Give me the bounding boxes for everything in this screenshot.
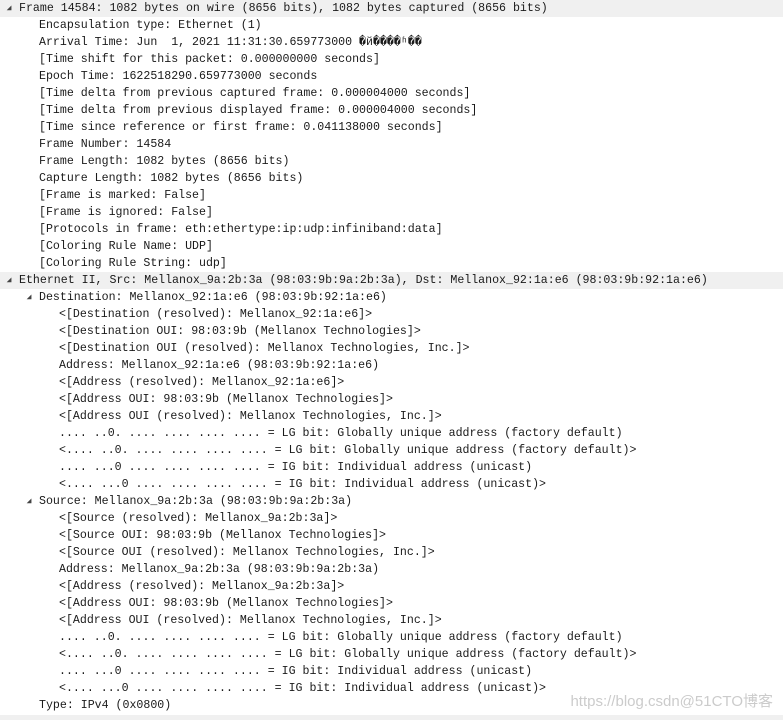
tree-row-label: Source: Mellanox_9a:2b:3a (98:03:9b:9a:2…: [39, 495, 353, 508]
tree-row[interactable]: .... ...0 .... .... .... .... = IG bit: …: [0, 459, 783, 476]
tree-row-label: <[Source OUI (resolved): Mellanox Techno…: [59, 546, 435, 559]
tree-row-label: [Protocols in frame: eth:ethertype:ip:ud…: [39, 223, 443, 236]
tree-row[interactable]: Encapsulation type: Ethernet (1): [0, 17, 783, 34]
tree-row-label: Frame Number: 14584: [39, 138, 172, 151]
tree-row-label: [Coloring Rule Name: UDP]: [39, 240, 213, 253]
tree-row[interactable]: [Time delta from previous displayed fram…: [0, 102, 783, 119]
tree-row[interactable]: <[Destination OUI: 98:03:9b (Mellanox Te…: [0, 323, 783, 340]
tree-row-label: <[Address OUI: 98:03:9b (Mellanox Techno…: [59, 393, 393, 406]
tree-row[interactable]: [Time since reference or first frame: 0.…: [0, 119, 783, 136]
tree-row-label: [Time since reference or first frame: 0.…: [39, 121, 443, 134]
tree-row[interactable]: .... ..0. .... .... .... .... = LG bit: …: [0, 425, 783, 442]
watermark: https://blog.csdn@51CTO博客: [570, 693, 773, 710]
tree-row-label: .... ...0 .... .... .... .... = IG bit: …: [59, 461, 533, 474]
tree-row[interactable]: <[Address OUI: 98:03:9b (Mellanox Techno…: [0, 595, 783, 612]
tree-row[interactable]: .... ..0. .... .... .... .... = LG bit: …: [0, 629, 783, 646]
tree-row-label: <.... ...0 .... .... .... .... = IG bit:…: [59, 682, 547, 695]
tree-row-label: Epoch Time: 1622518290.659773000 seconds: [39, 70, 318, 83]
tree-row-label: Arrival Time: Jun 1, 2021 11:31:30.65977…: [39, 36, 422, 49]
tree-row[interactable]: [Frame is ignored: False]: [0, 204, 783, 221]
tree-row-label: <[Destination OUI (resolved): Mellanox T…: [59, 342, 470, 355]
tree-row-label: <[Address OUI (resolved): Mellanox Techn…: [59, 410, 442, 423]
tree-row[interactable]: <.... ..0. .... .... .... .... = LG bit:…: [0, 442, 783, 459]
tree-row-label: Encapsulation type: Ethernet (1): [39, 19, 262, 32]
tree-row-label: <.... ...0 .... .... .... .... = IG bit:…: [59, 478, 547, 491]
tree-row-label: .... ...0 .... .... .... .... = IG bit: …: [59, 665, 533, 678]
tree-row-label: <[Destination OUI: 98:03:9b (Mellanox Te…: [59, 325, 421, 338]
tree-row-label: Type: IPv4 (0x0800): [39, 699, 172, 712]
expand-arrow-icon[interactable]: ◢: [24, 289, 34, 306]
tree-row[interactable]: <[Source OUI: 98:03:9b (Mellanox Technol…: [0, 527, 783, 544]
packet-details-tree[interactable]: ◢ Frame 14584: 1082 bytes on wire (8656 b…: [0, 0, 783, 714]
tree-row[interactable]: [Frame is marked: False]: [0, 187, 783, 204]
tree-row[interactable]: Epoch Time: 1622518290.659773000 seconds: [0, 68, 783, 85]
tree-row[interactable]: Frame Number: 14584: [0, 136, 783, 153]
tree-row[interactable]: ◢ Ethernet II, Src: Mellanox_9a:2b:3a (98…: [0, 272, 783, 289]
tree-row-label: Frame 14584: 1082 bytes on wire (8656 bi…: [19, 2, 548, 15]
tree-row[interactable]: <[Destination (resolved): Mellanox_92:1a…: [0, 306, 783, 323]
tree-row[interactable]: [Coloring Rule String: udp]: [0, 255, 783, 272]
tree-row-label: <[Address (resolved): Mellanox_9a:2b:3a]…: [59, 580, 345, 593]
packet-bytes-pane-edge: [0, 715, 783, 720]
tree-row-label: [Time delta from previous captured frame…: [39, 87, 471, 100]
tree-row-label: Address: Mellanox_9a:2b:3a (98:03:9b:9a:…: [59, 563, 380, 576]
expand-arrow-icon[interactable]: ◢: [4, 0, 14, 17]
tree-row[interactable]: [Coloring Rule Name: UDP]: [0, 238, 783, 255]
tree-row-label: <.... ..0. .... .... .... .... = LG bit:…: [59, 648, 637, 661]
tree-row-label: Ethernet II, Src: Mellanox_9a:2b:3a (98:…: [19, 274, 708, 287]
tree-row-label: <[Source (resolved): Mellanox_9a:2b:3a]>: [59, 512, 338, 525]
tree-row[interactable]: Arrival Time: Jun 1, 2021 11:31:30.65977…: [0, 34, 783, 51]
tree-row[interactable]: [Protocols in frame: eth:ethertype:ip:ud…: [0, 221, 783, 238]
tree-row[interactable]: <[Source OUI (resolved): Mellanox Techno…: [0, 544, 783, 561]
tree-row[interactable]: <[Address (resolved): Mellanox_9a:2b:3a]…: [0, 578, 783, 595]
tree-row[interactable]: Capture Length: 1082 bytes (8656 bits): [0, 170, 783, 187]
tree-row-label: [Frame is ignored: False]: [39, 206, 213, 219]
tree-row-label: .... ..0. .... .... .... .... = LG bit: …: [59, 631, 623, 644]
tree-row[interactable]: Address: Mellanox_9a:2b:3a (98:03:9b:9a:…: [0, 561, 783, 578]
tree-row[interactable]: Address: Mellanox_92:1a:e6 (98:03:9b:92:…: [0, 357, 783, 374]
tree-row-label: <[Destination (resolved): Mellanox_92:1a…: [59, 308, 373, 321]
tree-row-label: Capture Length: 1082 bytes (8656 bits): [39, 172, 304, 185]
tree-row-label: [Frame is marked: False]: [39, 189, 206, 202]
tree-row[interactable]: Frame Length: 1082 bytes (8656 bits): [0, 153, 783, 170]
tree-row[interactable]: <[Destination OUI (resolved): Mellanox T…: [0, 340, 783, 357]
tree-row[interactable]: ◢ Source: Mellanox_9a:2b:3a (98:03:9b:9a:…: [0, 493, 783, 510]
tree-row[interactable]: [Time delta from previous captured frame…: [0, 85, 783, 102]
tree-row-label: [Time shift for this packet: 0.000000000…: [39, 53, 380, 66]
expand-arrow-icon[interactable]: ◢: [24, 493, 34, 510]
tree-row-label: <[Address OUI (resolved): Mellanox Techn…: [59, 614, 442, 627]
tree-row[interactable]: <[Address OUI (resolved): Mellanox Techn…: [0, 408, 783, 425]
tree-row[interactable]: ◢ Frame 14584: 1082 bytes on wire (8656 b…: [0, 0, 783, 17]
tree-row[interactable]: <.... ...0 .... .... .... .... = IG bit:…: [0, 476, 783, 493]
tree-row-label: [Time delta from previous displayed fram…: [39, 104, 478, 117]
tree-row-label: Destination: Mellanox_92:1a:e6 (98:03:9b…: [39, 291, 387, 304]
tree-row-label: Address: Mellanox_92:1a:e6 (98:03:9b:92:…: [59, 359, 380, 372]
expand-arrow-icon[interactable]: ◢: [4, 272, 14, 289]
tree-row-label: <[Address (resolved): Mellanox_92:1a:e6]…: [59, 376, 345, 389]
tree-row[interactable]: <[Address OUI (resolved): Mellanox Techn…: [0, 612, 783, 629]
tree-row-label: Frame Length: 1082 bytes (8656 bits): [39, 155, 290, 168]
tree-row[interactable]: <[Address (resolved): Mellanox_92:1a:e6]…: [0, 374, 783, 391]
tree-row[interactable]: .... ...0 .... .... .... .... = IG bit: …: [0, 663, 783, 680]
tree-row-label: [Coloring Rule String: udp]: [39, 257, 227, 270]
tree-row-label: <.... ..0. .... .... .... .... = LG bit:…: [59, 444, 637, 457]
tree-row[interactable]: <[Source (resolved): Mellanox_9a:2b:3a]>: [0, 510, 783, 527]
tree-row-label: <[Source OUI: 98:03:9b (Mellanox Technol…: [59, 529, 386, 542]
tree-row-label: .... ..0. .... .... .... .... = LG bit: …: [59, 427, 623, 440]
tree-row[interactable]: ◢ Destination: Mellanox_92:1a:e6 (98:03:9…: [0, 289, 783, 306]
tree-row[interactable]: <.... ..0. .... .... .... .... = LG bit:…: [0, 646, 783, 663]
tree-row-label: <[Address OUI: 98:03:9b (Mellanox Techno…: [59, 597, 393, 610]
tree-row[interactable]: <[Address OUI: 98:03:9b (Mellanox Techno…: [0, 391, 783, 408]
tree-row[interactable]: [Time shift for this packet: 0.000000000…: [0, 51, 783, 68]
